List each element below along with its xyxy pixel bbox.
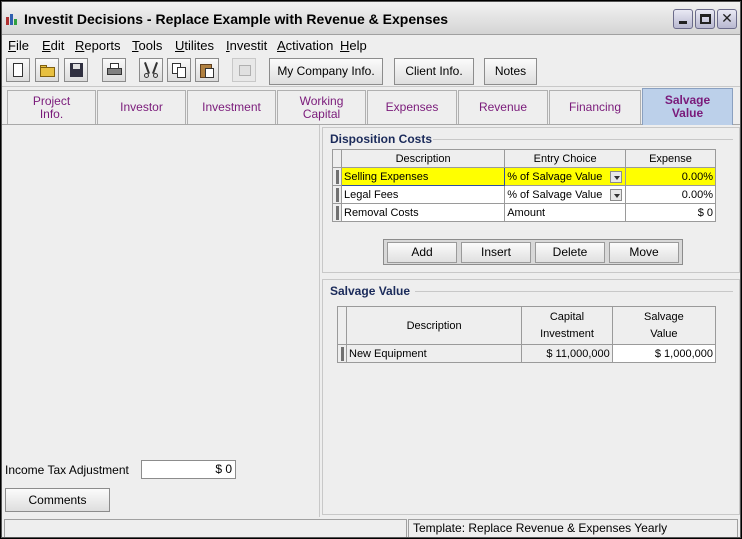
calculator-icon <box>232 58 256 82</box>
app-chart-icon <box>5 11 20 26</box>
menu-utilites[interactable]: Utilites <box>175 38 214 53</box>
description-cell: New Equipment <box>345 344 523 363</box>
entry-choice-value: % of Salvage Value <box>507 170 603 183</box>
column-header-expense: Expense <box>625 149 716 168</box>
table-row[interactable]: New Equipment $ 11,000,000 $ 1,000,000 <box>337 344 717 363</box>
description-cell[interactable]: Legal Fees <box>340 185 506 204</box>
status-message <box>4 519 407 537</box>
tab-financing[interactable]: Financing <box>549 90 641 124</box>
maximize-button[interactable] <box>695 9 715 29</box>
my-company-info-button[interactable]: My Company Info. <box>269 58 383 85</box>
expense-cell[interactable]: 0.00% <box>625 167 716 186</box>
entry-choice-cell[interactable]: % of Salvage Value <box>504 185 627 204</box>
notes-button[interactable]: Notes <box>484 58 537 85</box>
table-row[interactable]: Legal Fees % of Salvage Value 0.00% <box>332 185 716 204</box>
entry-choice-value: % of Salvage Value <box>507 188 603 201</box>
window-title: Investit Decisions - Replace Example wit… <box>24 11 449 27</box>
minimize-button[interactable] <box>673 9 693 29</box>
client-info-button[interactable]: Client Info. <box>394 58 474 85</box>
paste-icon[interactable] <box>195 58 219 82</box>
tab-project-info[interactable]: Project Info. <box>7 90 96 124</box>
row-header-corner <box>337 306 347 345</box>
tab-investor[interactable]: Investor <box>97 90 186 124</box>
capital-investment-cell: $ 11,000,000 <box>521 344 613 363</box>
menu-help[interactable]: Help <box>340 38 367 53</box>
comments-button[interactable]: Comments <box>5 488 110 512</box>
row-handle[interactable] <box>337 344 347 363</box>
copy-icon[interactable] <box>167 58 191 82</box>
tab-salvage-value[interactable]: Salvage Value <box>642 88 733 125</box>
maximize-icon <box>700 14 711 24</box>
entry-choice-cell[interactable]: Amount <box>504 203 627 222</box>
row-handle[interactable] <box>332 167 342 186</box>
add-button[interactable]: Add <box>387 242 457 263</box>
expense-cell[interactable]: $ 0 <box>625 203 716 222</box>
salvage-value-cell[interactable]: $ 1,000,000 <box>611 344 717 363</box>
template-status: Template: Replace Revenue & Expenses Yea… <box>408 519 738 537</box>
tab-expenses[interactable]: Expenses <box>367 90 457 124</box>
table-row[interactable]: Selling Expenses % of Salvage Value 0.00… <box>332 167 716 186</box>
salvage-value-title: Salvage Value <box>330 284 411 298</box>
menu-investit[interactable]: Investit <box>226 38 267 53</box>
close-button[interactable]: ✕ <box>717 9 737 29</box>
column-header-entry-choice: Entry Choice <box>504 149 627 168</box>
menu-file[interactable]: File <box>8 38 29 53</box>
close-icon: ✕ <box>721 11 733 27</box>
save-icon[interactable] <box>64 58 88 82</box>
expense-cell[interactable]: 0.00% <box>625 185 716 204</box>
disposition-costs-title: Disposition Costs <box>330 132 433 146</box>
menu-tools[interactable]: Tools <box>132 38 162 53</box>
entry-choice-cell[interactable]: % of Salvage Value <box>504 167 627 186</box>
move-button[interactable]: Move <box>609 242 679 263</box>
menu-activation[interactable]: Activation <box>277 38 333 53</box>
table-header-row: Description Entry Choice Expense <box>332 149 716 168</box>
income-tax-adjustment-input[interactable]: $ 0 <box>141 460 236 479</box>
tab-working-capital[interactable]: Working Capital <box>277 90 366 124</box>
column-header-description: Description <box>340 149 506 168</box>
menu-bar: File Edit Reports Tools Utilites Investi… <box>2 35 740 55</box>
row-action-button-group: Add Insert Delete Move <box>383 239 683 265</box>
new-file-icon[interactable] <box>6 58 30 82</box>
dropdown-arrow-icon[interactable] <box>610 188 623 201</box>
status-bar: Template: Replace Revenue & Expenses Yea… <box>2 518 740 537</box>
cut-icon[interactable] <box>139 58 163 82</box>
left-pane <box>2 125 320 517</box>
dropdown-arrow-icon[interactable] <box>610 170 623 183</box>
income-tax-adjustment-label: Income Tax Adjustment <box>5 463 129 477</box>
open-folder-icon[interactable] <box>35 58 59 82</box>
delete-button[interactable]: Delete <box>535 242 605 263</box>
minimize-icon <box>679 21 687 24</box>
column-header-capital-investment: Capital Investment <box>521 306 613 345</box>
insert-button[interactable]: Insert <box>461 242 531 263</box>
tab-bar: Project Info. Investor Investment Workin… <box>2 88 740 125</box>
application-window: Investit Decisions - Replace Example wit… <box>1 1 741 538</box>
title-bar: Investit Decisions - Replace Example wit… <box>2 2 740 35</box>
row-header-corner <box>332 149 342 168</box>
tab-investment[interactable]: Investment <box>187 90 276 124</box>
salvage-value-table: Description Capital Investment Salvage V… <box>337 306 717 363</box>
disposition-costs-table: Description Entry Choice Expense Selling… <box>332 149 716 222</box>
table-row[interactable]: Removal Costs Amount $ 0 <box>332 203 716 222</box>
row-handle[interactable] <box>332 203 342 222</box>
table-header-row: Description Capital Investment Salvage V… <box>337 306 717 345</box>
description-cell[interactable]: Selling Expenses <box>340 167 506 186</box>
menu-reports[interactable]: Reports <box>75 38 121 53</box>
row-handle[interactable] <box>332 185 342 204</box>
description-cell[interactable]: Removal Costs <box>340 203 506 222</box>
column-header-description: Description <box>345 306 523 345</box>
column-header-salvage-value: Salvage Value <box>611 306 717 345</box>
tab-revenue[interactable]: Revenue <box>458 90 548 124</box>
print-icon[interactable] <box>102 58 126 82</box>
toolbar: My Company Info. Client Info. Notes <box>2 55 740 87</box>
menu-edit[interactable]: Edit <box>42 38 64 53</box>
